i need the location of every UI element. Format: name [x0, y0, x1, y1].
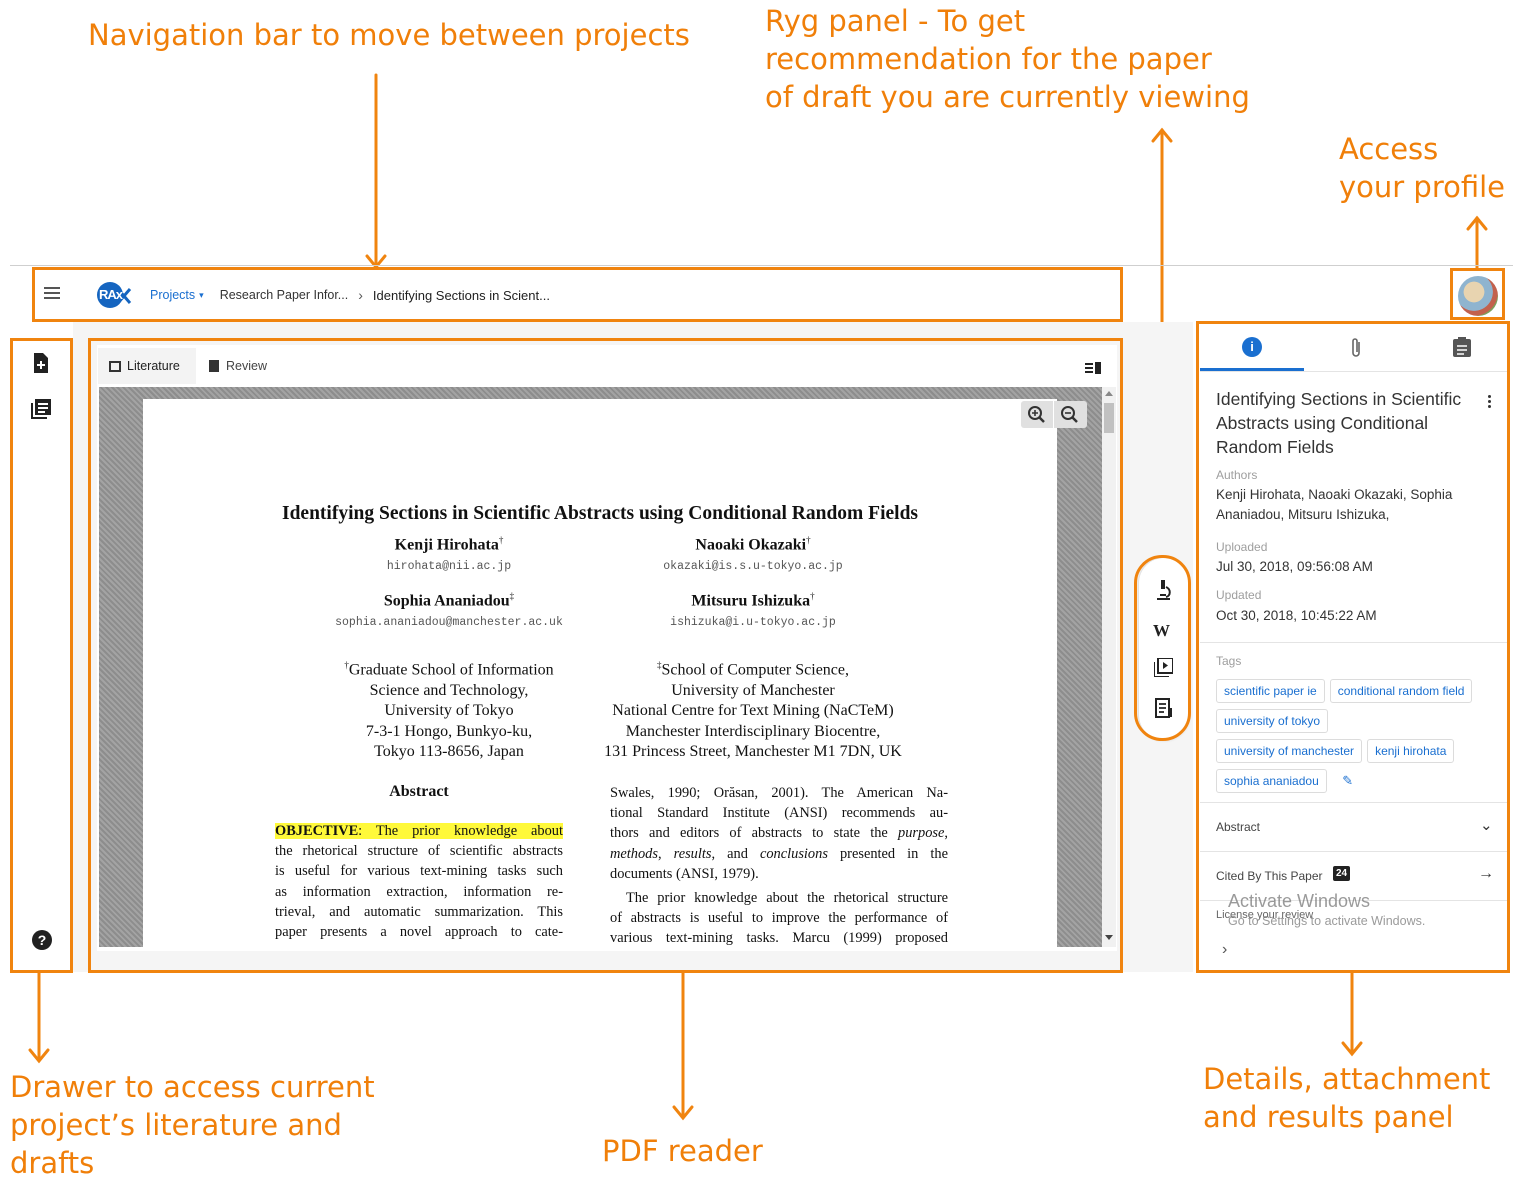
- highlight-ryg-panel: [1134, 555, 1191, 741]
- highlight-navigation-bar: [32, 267, 1123, 322]
- top-divider: [10, 265, 1513, 266]
- highlight-pdf-reader: [88, 338, 1123, 973]
- highlight-details-panel: [1196, 321, 1510, 973]
- highlight-drawer: [10, 338, 73, 973]
- highlight-profile: [1450, 268, 1505, 320]
